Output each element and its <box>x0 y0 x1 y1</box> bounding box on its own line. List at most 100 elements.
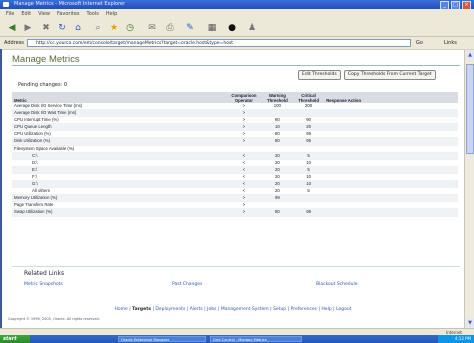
pending-value: 0 <box>63 82 68 88</box>
favorites-icon[interactable]: ★ <box>108 22 120 33</box>
comparison-operator: > <box>226 194 262 203</box>
critical-threshold <box>292 109 325 118</box>
go-button[interactable]: Go <box>416 39 432 47</box>
refresh-icon[interactable]: ↻ <box>56 22 68 33</box>
scroll-up-icon[interactable]: ▲ <box>466 51 474 59</box>
critical-threshold <box>292 194 325 203</box>
edit-icon[interactable]: ✎ <box>184 22 196 33</box>
discuss-icon[interactable]: ▦ <box>206 22 218 33</box>
metrics-table: Metric Comparison Operator Warning Thres… <box>12 92 458 217</box>
print-icon[interactable]: ⎙ <box>164 22 176 33</box>
stop-icon[interactable]: ✖ <box>40 22 52 33</box>
footer-nav: Home | Targets | Deployments | Alerts | … <box>2 307 464 312</box>
metric-name: Average Disk I/O Service Time (ms) <box>12 103 227 111</box>
critical-threshold <box>292 201 325 210</box>
pending-changes: Pending changes: 0 <box>18 82 67 88</box>
warning-threshold: 20 <box>261 180 293 189</box>
metric-name: D:\ <box>12 159 227 167</box>
footer-link-home[interactable]: Home <box>114 307 127 312</box>
critical-threshold: 10 <box>292 180 325 189</box>
table-row: E:\ <20 5 <box>12 166 458 174</box>
critical-threshold: 20 <box>292 123 325 132</box>
comparison-operator: < <box>226 173 262 182</box>
menu-file[interactable]: File <box>6 9 14 19</box>
warning-threshold: 20 <box>261 187 293 196</box>
media-icon[interactable]: ● <box>226 22 238 33</box>
search-icon[interactable]: ⌕ <box>92 22 104 33</box>
page-title: Manage Metrics <box>12 54 80 65</box>
menu-view[interactable]: View <box>38 9 50 19</box>
pending-label: Pending changes: <box>18 82 63 88</box>
table-row: Disk Utilization (%) >80 95 <box>12 137 458 146</box>
menu-edit[interactable]: Edit <box>21 9 31 19</box>
scroll-down-icon[interactable]: ▼ <box>466 319 474 327</box>
menu-help[interactable]: Help <box>106 9 117 19</box>
comparison-operator: < <box>226 180 262 189</box>
response-action <box>324 137 458 146</box>
footer-link-deployments[interactable]: Deployments <box>155 307 185 312</box>
table-row: Swap Utilization (%) >80 95 <box>12 208 458 217</box>
address-input[interactable]: http://cc.yourco.com/em/console/target/m… <box>27 39 411 47</box>
metric-name: Memory Utilization (%) <box>12 194 227 203</box>
menu-favorites[interactable]: Favorites <box>57 9 80 19</box>
links-button[interactable]: Links <box>444 39 457 47</box>
metric-name: G:\ <box>12 180 227 189</box>
critical-threshold: 5 <box>292 152 325 160</box>
warning-threshold <box>261 201 293 210</box>
footer-link-setup[interactable]: Setup <box>273 307 286 312</box>
table-row: C:\ <20 5 <box>12 152 458 160</box>
response-action <box>324 103 458 111</box>
back-icon[interactable]: ◀ <box>6 22 18 33</box>
history-icon[interactable]: ◷ <box>124 22 136 33</box>
mail-icon[interactable]: ✉ <box>146 22 158 33</box>
copy-thresholds-button[interactable]: Copy Thresholds From Current Target <box>344 70 436 80</box>
blackout-schedule-link[interactable]: Blackout Schedule <box>316 282 358 287</box>
home-icon[interactable]: ⌂ <box>72 22 84 33</box>
metric-name: E:\ <box>12 166 227 174</box>
table-row: Memory Utilization (%) >99 <box>12 194 458 203</box>
footer-link-targets[interactable]: Targets <box>132 307 151 312</box>
past-changes-link[interactable]: Past Changes <box>172 282 202 287</box>
messenger-icon[interactable]: ♟ <box>246 22 258 33</box>
table-row: CPU Queue Length >10 20 <box>12 123 458 132</box>
menu-tools[interactable]: Tools <box>87 9 99 19</box>
comparison-operator: > <box>226 109 262 118</box>
comparison-operator: > <box>226 201 262 210</box>
footer-link-preferences[interactable]: Preferences <box>291 307 317 312</box>
response-action <box>324 130 458 139</box>
start-button[interactable]: start <box>0 335 30 343</box>
table-row: Page Transfers Rate > <box>12 201 458 210</box>
window-title: Manage Metrics - Microsoft Internet Expl… <box>14 1 126 7</box>
footer-link-logout[interactable]: Logout <box>336 307 351 312</box>
comparison-operator <box>226 145 262 153</box>
response-action <box>324 173 458 182</box>
warning-threshold: 80 <box>261 208 293 217</box>
warning-threshold: 80 <box>261 130 293 139</box>
edit-thresholds-button[interactable]: Edit Thresholds <box>298 70 341 80</box>
scroll-thumb[interactable] <box>466 64 474 154</box>
critical-threshold: 5 <box>292 187 325 196</box>
col-metric[interactable]: Metric <box>12 92 227 103</box>
related-links-title: Related Links <box>24 270 65 277</box>
critical-threshold <box>292 145 325 153</box>
taskbar-item-manage-metrics[interactable]: Grid Control - Manage Metrics <box>210 336 302 342</box>
forward-icon[interactable]: ▶ <box>22 22 34 33</box>
comparison-operator: > <box>226 208 262 217</box>
browser-window: Manage Metrics - Microsoft Internet Expl… <box>0 0 474 343</box>
footer-link-help[interactable]: Help <box>321 307 331 312</box>
ie-icon <box>3 2 9 7</box>
metric-name: F:\ <box>12 173 227 182</box>
col-operator: Comparison Operator <box>226 92 262 103</box>
warning-threshold: 99 <box>261 194 293 203</box>
footer-link-management-system[interactable]: Management System <box>221 307 269 312</box>
footer-link-alerts[interactable]: Alerts <box>190 307 203 312</box>
metric-name: CPU Interrupt Time (%) <box>12 116 227 125</box>
taskbar-item-oem[interactable]: Oracle Enterprise Manager <box>118 336 206 342</box>
vertical-scrollbar[interactable]: ▲ ▼ <box>464 50 474 328</box>
metric-snapshots-link[interactable]: Metric Snapshots <box>24 282 63 287</box>
critical-threshold: 10 <box>292 173 325 182</box>
metric-name: CPU Queue Length <box>12 123 227 132</box>
metric-name: CPU Utilization (%) <box>12 130 227 139</box>
response-action <box>324 116 458 125</box>
critical-threshold: 5 <box>292 166 325 174</box>
